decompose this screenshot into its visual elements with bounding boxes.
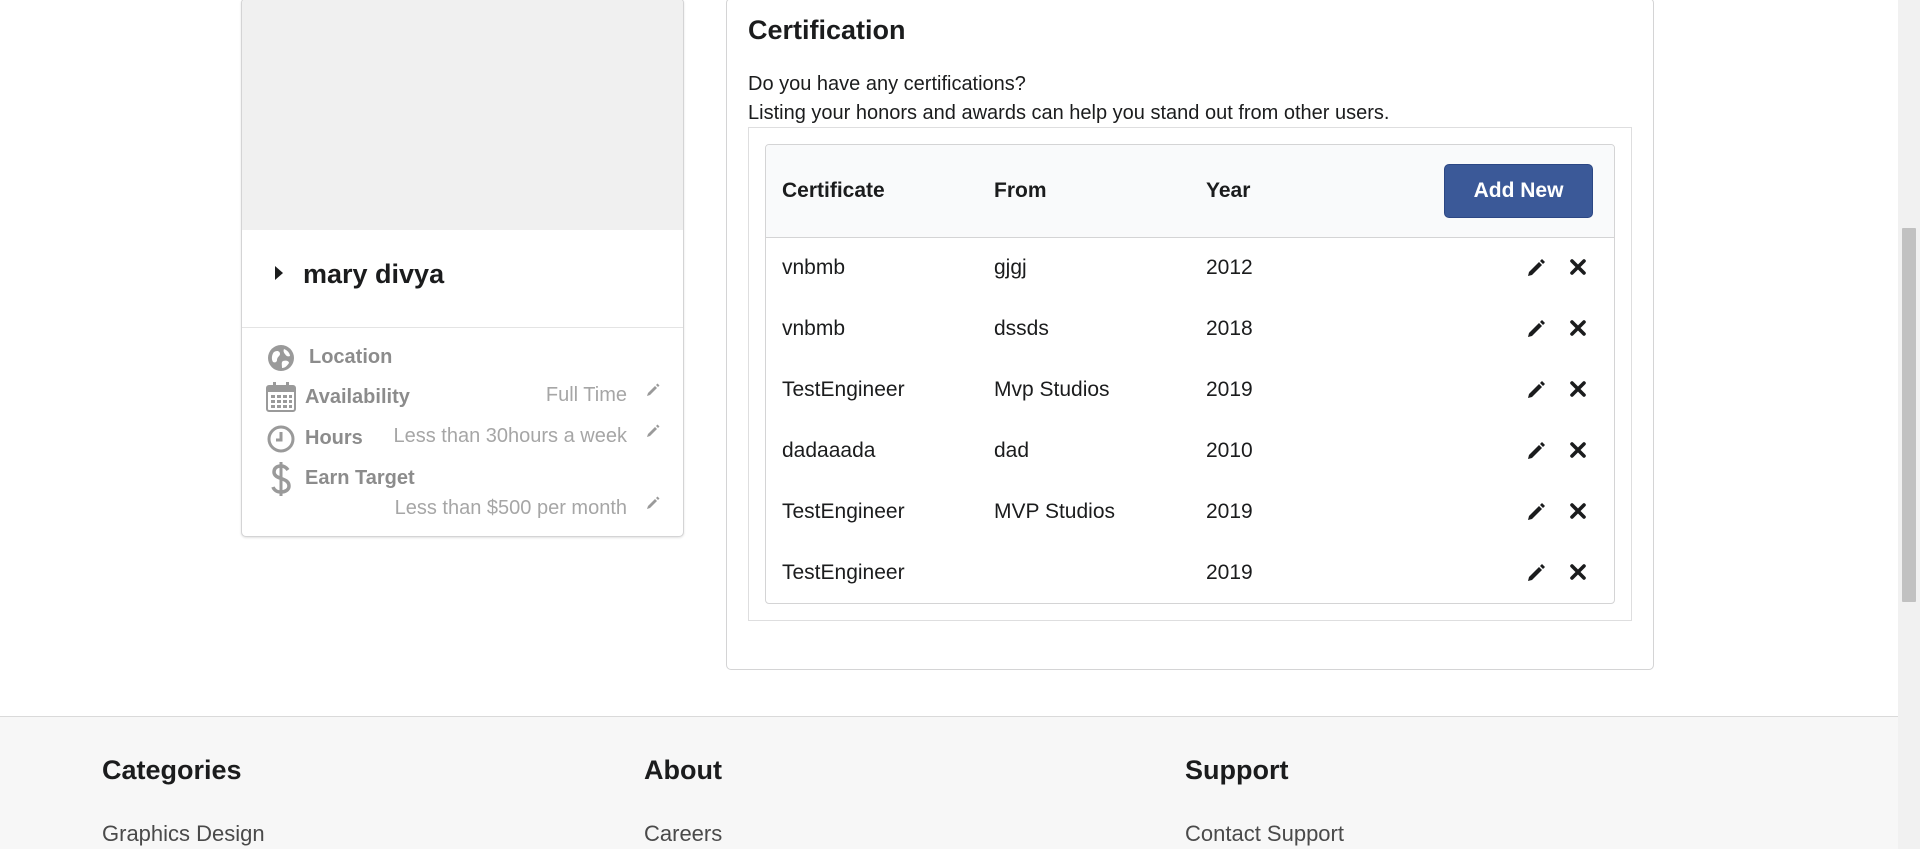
certification-question: Do you have any certifications? — [748, 73, 1026, 95]
column-header-certificate: Certificate — [782, 179, 885, 202]
cell-from: Mvp Studios — [994, 378, 1110, 401]
certification-segment: Certificate From Year Add New vnbmb gjgj 2… — [748, 127, 1632, 621]
column-header-year: Year — [1206, 179, 1251, 202]
cell-certificate: vnbmb — [782, 317, 846, 340]
delete-close-icon[interactable] — [1570, 259, 1586, 280]
earn-target-value: Less than $500 per month — [394, 497, 627, 519]
edit-pencil-icon[interactable] — [1526, 380, 1546, 405]
delete-close-icon[interactable] — [1570, 442, 1586, 463]
cell-certificate: vnbmb — [782, 256, 846, 279]
edit-pencil-icon[interactable] — [1526, 319, 1546, 344]
certification-panel: Certification Do you have any certificat… — [726, 0, 1654, 670]
cell-year: 2019 — [1206, 378, 1253, 401]
edit-earn-target-pencil-icon[interactable] — [646, 496, 660, 515]
footer-link-graphics-design[interactable]: Graphics Design — [102, 821, 265, 847]
delete-close-icon[interactable] — [1570, 320, 1586, 341]
earn-target-label: Earn Target — [305, 467, 415, 489]
scrollbar-thumb[interactable] — [1902, 228, 1916, 602]
profile-photo — [242, 0, 683, 230]
table-header: Certificate From Year Add New — [766, 145, 1614, 238]
availability-value: Full Time — [545, 384, 627, 406]
cell-year: 2010 — [1206, 439, 1253, 462]
cell-certificate: dadaaada — [782, 439, 876, 462]
footer-link-contact-support[interactable]: Contact Support — [1185, 821, 1344, 847]
delete-close-icon[interactable] — [1570, 503, 1586, 524]
edit-pencil-icon[interactable] — [1526, 563, 1546, 588]
certification-hint: Listing your honors and awards can help … — [748, 102, 1390, 124]
page-scrollbar[interactable] — [1898, 0, 1920, 849]
table-row: TestEngineer 2019 — [766, 543, 1614, 603]
table-row: TestEngineer Mvp Studios 2019 — [766, 360, 1614, 421]
add-new-button[interactable]: Add New — [1444, 164, 1593, 218]
footer-heading-support: Support — [1185, 755, 1289, 785]
edit-pencil-icon[interactable] — [1526, 441, 1546, 466]
caret-right-icon[interactable] — [275, 266, 283, 280]
calendar-icon — [266, 382, 296, 417]
footer: Categories Graphics Design About Careers… — [0, 716, 1898, 849]
availability-label: Availability — [305, 386, 410, 408]
cell-from: dssds — [994, 317, 1049, 340]
cell-from: MVP Studios — [994, 500, 1116, 523]
table-row: TestEngineer MVP Studios 2019 — [766, 482, 1614, 543]
cell-from: gjgj — [994, 256, 1027, 279]
edit-pencil-icon[interactable] — [1526, 258, 1546, 283]
certification-table: Certificate From Year Add New vnbmb gjgj 2… — [765, 144, 1615, 604]
globe-icon — [267, 344, 295, 377]
column-header-from: From — [994, 179, 1047, 202]
dollar-icon — [270, 462, 292, 501]
hours-value: Less than 30hours a week — [393, 425, 628, 447]
table-row: vnbmb dssds 2018 — [766, 299, 1614, 360]
edit-pencil-icon[interactable] — [1526, 502, 1546, 527]
cell-certificate: TestEngineer — [782, 500, 905, 523]
profile-card: mary divya Location Availability Full Ti… — [241, 0, 684, 537]
edit-availability-pencil-icon[interactable] — [646, 383, 660, 402]
cell-certificate: TestEngineer — [782, 378, 905, 401]
footer-heading-about: About — [644, 755, 722, 785]
cell-year: 2012 — [1206, 256, 1253, 279]
cell-from: dad — [994, 439, 1030, 462]
table-row: dadaaada dad 2010 — [766, 421, 1614, 482]
hours-label: Hours — [305, 427, 363, 449]
footer-link-careers[interactable]: Careers — [644, 821, 722, 847]
cell-year: 2019 — [1206, 561, 1253, 584]
cell-certificate: TestEngineer — [782, 561, 905, 584]
certification-title: Certification — [748, 15, 906, 45]
location-label: Location — [309, 346, 393, 368]
edit-hours-pencil-icon[interactable] — [646, 424, 660, 443]
clock-icon — [267, 425, 295, 458]
cell-year: 2018 — [1206, 317, 1253, 340]
delete-close-icon[interactable] — [1570, 381, 1586, 402]
profile-name-row[interactable]: mary divya — [242, 230, 683, 328]
table-row: vnbmb gjgj 2012 — [766, 238, 1614, 299]
cell-year: 2019 — [1206, 500, 1253, 523]
delete-close-icon[interactable] — [1570, 564, 1586, 585]
certification-description: Do you have any certifications? Listing … — [748, 70, 1389, 128]
profile-name: mary divya — [303, 259, 445, 289]
footer-heading-categories: Categories — [102, 755, 242, 785]
